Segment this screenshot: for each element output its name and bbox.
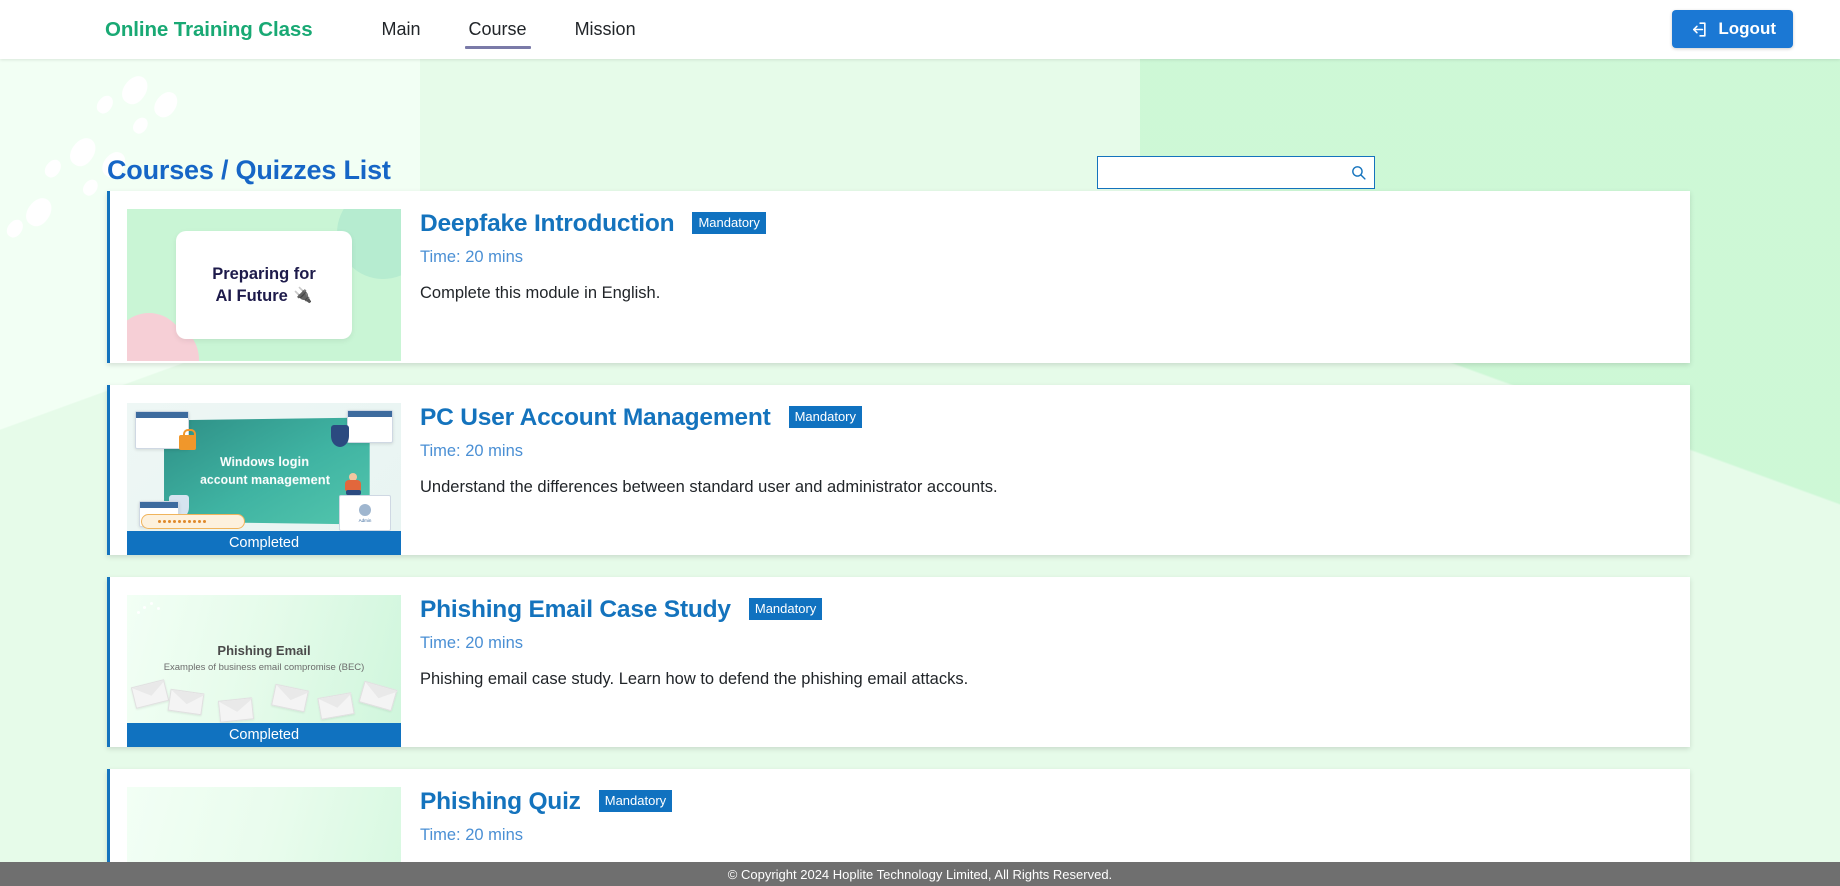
course-thumbnail-wrapper: Preparing for AI Future 🔌 xyxy=(110,191,401,363)
envelope-icon xyxy=(358,680,398,712)
shield-icon xyxy=(331,425,349,447)
course-title[interactable]: Phishing Quiz xyxy=(420,788,581,816)
envelope-icon xyxy=(167,688,205,716)
course-title[interactable]: PC User Account Management xyxy=(420,404,771,432)
course-info: PC User Account Management Mandatory Tim… xyxy=(401,385,1690,555)
search-box xyxy=(1097,156,1375,189)
course-thumbnail-pc-account: Windows login account management Admin C… xyxy=(127,403,401,555)
envelope-icon xyxy=(217,697,255,723)
brand-logo[interactable]: Online Training Class xyxy=(105,18,313,42)
primary-nav: Main Course Mission xyxy=(358,0,660,59)
course-card[interactable]: Preparing for AI Future 🔌 Deepfake Intro… xyxy=(107,191,1690,363)
top-navbar: Online Training Class Main Course Missio… xyxy=(0,0,1840,59)
mandatory-badge: Mandatory xyxy=(598,790,673,812)
person-icon xyxy=(343,473,365,497)
course-card[interactable]: Phishing Quiz Mandatory Time: 20 mins xyxy=(107,769,1690,862)
course-description: Understand the differences between stand… xyxy=(420,478,998,496)
course-thumbnail-phishing-email: Phishing Email Examples of business emai… xyxy=(127,595,401,747)
course-title-row: Deepfake Introduction Mandatory xyxy=(420,210,1668,238)
thumb-line-2: AI Future xyxy=(215,287,288,305)
logout-icon xyxy=(1689,20,1708,39)
search-icon[interactable] xyxy=(1342,164,1374,181)
course-card[interactable]: Windows login account management Admin C… xyxy=(107,385,1690,555)
thumb-line-1: Preparing for xyxy=(212,264,316,283)
course-description: Phishing email case study. Learn how to … xyxy=(420,670,969,688)
course-title-row: Phishing Email Case Study Mandatory xyxy=(420,596,1668,624)
thumb-text-card: Preparing for AI Future 🔌 xyxy=(176,231,352,339)
page-footer: © Copyright 2024 Hoplite Technology Limi… xyxy=(0,862,1840,886)
thumb-line-2: account management xyxy=(200,472,331,488)
course-thumbnail-phishing-quiz xyxy=(127,787,401,862)
course-info: Phishing Email Case Study Mandatory Time… xyxy=(401,577,1690,747)
envelope-icon xyxy=(130,679,170,709)
course-time: Time: 20 mins xyxy=(420,442,523,460)
course-info: Phishing Quiz Mandatory Time: 20 mins xyxy=(401,769,1690,862)
course-thumbnail-wrapper xyxy=(110,769,401,862)
course-time: Time: 20 mins xyxy=(420,826,523,844)
copyright-text: © Copyright 2024 Hoplite Technology Limi… xyxy=(727,866,1113,882)
course-title[interactable]: Phishing Email Case Study xyxy=(420,596,731,624)
completed-status-bar: Completed xyxy=(127,531,401,555)
search-input[interactable] xyxy=(1098,157,1342,188)
logout-label: Logout xyxy=(1718,19,1776,38)
thumb-headline: Phishing Email Examples of business emai… xyxy=(127,643,401,673)
download-window-icon xyxy=(347,410,393,443)
course-card[interactable]: Phishing Email Examples of business emai… xyxy=(107,577,1690,747)
lock-icon xyxy=(179,429,196,450)
course-thumbnail-wrapper: Windows login account management Admin C… xyxy=(110,385,401,555)
thumb-board-text: Windows login account management xyxy=(200,453,330,490)
course-info: Deepfake Introduction Mandatory Time: 20… xyxy=(401,191,1690,363)
course-title[interactable]: Deepfake Introduction xyxy=(420,210,675,238)
completed-status-bar: Completed xyxy=(127,723,401,747)
envelope-icon xyxy=(271,683,309,713)
nav-item-main[interactable]: Main xyxy=(358,0,445,59)
password-field-icon xyxy=(141,514,245,529)
course-thumbnail-deepfake: Preparing for AI Future 🔌 xyxy=(127,209,401,361)
course-time: Time: 20 mins xyxy=(420,634,523,652)
thumb-line-1: Windows login xyxy=(219,454,310,469)
page-title: Courses / Quizzes List xyxy=(107,155,391,185)
envelope-icon xyxy=(317,692,355,720)
course-description: Complete this module in English. xyxy=(420,284,661,302)
nav-item-course[interactable]: Course xyxy=(445,0,551,59)
logout-button[interactable]: Logout xyxy=(1672,10,1793,48)
mandatory-badge: Mandatory xyxy=(788,406,862,428)
page-body: Courses / Quizzes List Preparing for AI … xyxy=(0,59,1840,862)
chip-icon: 🔌 xyxy=(293,287,313,304)
thumb-line-1: Phishing Email xyxy=(217,643,311,658)
sparkle-icon xyxy=(135,601,169,617)
admin-avatar-icon: Admin xyxy=(339,495,391,531)
course-thumbnail-wrapper: Phishing Email Examples of business emai… xyxy=(110,577,401,747)
course-time: Time: 20 mins xyxy=(420,248,523,266)
nav-item-mission[interactable]: Mission xyxy=(551,0,660,59)
course-title-row: Phishing Quiz Mandatory xyxy=(420,788,1668,816)
course-list: Preparing for AI Future 🔌 Deepfake Intro… xyxy=(107,191,1690,862)
course-title-row: PC User Account Management Mandatory xyxy=(420,404,1668,432)
thumb-line-2: Examples of business email compromise (B… xyxy=(163,662,365,673)
mandatory-badge: Mandatory xyxy=(692,212,766,234)
mandatory-badge: Mandatory xyxy=(748,598,823,620)
